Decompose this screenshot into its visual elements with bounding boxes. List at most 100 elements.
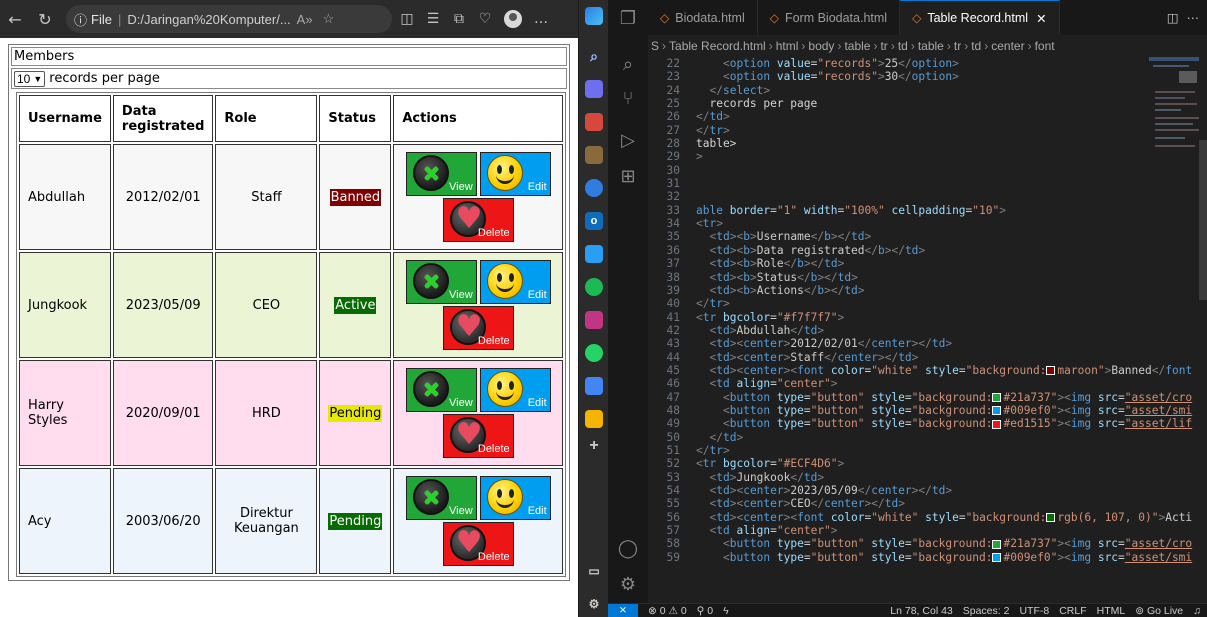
sidebar-layout-icon[interactable]: ▭ [585, 562, 603, 580]
tab-table-record[interactable]: ◇ Table Record.html ✕ [900, 0, 1060, 35]
notifications-icon[interactable]: ♫ [1193, 605, 1201, 617]
edit-button[interactable]: Edit [479, 476, 551, 520]
breadcrumb-item[interactable]: html [776, 39, 799, 53]
bolt-icon[interactable]: ϟ [723, 605, 729, 617]
cell-date: 2020/09/01 [112, 360, 214, 466]
breadcrumb-separator: › [873, 39, 878, 53]
breadcrumb-separator: › [801, 39, 806, 53]
extensions-icon[interactable]: ⊞ [616, 164, 640, 188]
view-button[interactable]: View [405, 152, 477, 196]
account-icon[interactable]: ◯ [616, 536, 640, 560]
add-icon[interactable]: + [585, 437, 603, 455]
breadcrumb-item[interactable]: tr [954, 39, 961, 53]
code-editor[interactable]: 22 <option value="records">25</option> 23… [648, 57, 1207, 603]
line-ending[interactable]: CRLF [1059, 605, 1086, 617]
breadcrumb-item[interactable]: body [808, 39, 834, 53]
code-text: <button type="button" style="background:… [722, 550, 1193, 564]
favorites-icon[interactable]: ☰ [420, 4, 446, 34]
instagram-icon[interactable] [585, 311, 603, 329]
edit-label: Edit [527, 289, 547, 301]
ports-indicator[interactable]: ⚲ 0 [697, 605, 713, 617]
profile-avatar[interactable] [504, 10, 522, 28]
encoding[interactable]: UTF-8 [1019, 605, 1049, 617]
view-button[interactable]: View [405, 368, 477, 412]
cursor-position[interactable]: Ln 78, Col 43 [890, 605, 952, 617]
info-icon[interactable]: ⓘ [74, 10, 87, 29]
delete-button[interactable]: Delete [442, 414, 514, 458]
split-screen-icon[interactable]: ◫ [394, 4, 420, 34]
edge-drop-icon[interactable] [585, 179, 603, 197]
line-number: 47 [666, 390, 680, 404]
breadcrumb-item[interactable]: font [1035, 39, 1055, 53]
edit-button[interactable]: Edit [479, 152, 551, 196]
remote-icon[interactable]: ⨯ [608, 603, 638, 617]
edit-button[interactable]: Edit [479, 260, 551, 304]
copilot-icon[interactable] [585, 7, 603, 25]
split-editor-icon[interactable]: ◫ [1167, 10, 1179, 25]
minimap[interactable] [1149, 57, 1199, 167]
performance-icon[interactable]: ♡ [472, 4, 498, 34]
breadcrumb-item[interactable]: table [918, 39, 944, 53]
search-icon[interactable]: ⌕ [585, 47, 603, 65]
code-line: 30 [648, 164, 1207, 177]
outlook-icon[interactable]: o [585, 212, 603, 230]
more-actions-icon[interactable]: ··· [1187, 11, 1200, 25]
go-live-button[interactable]: ⊚ Go Live [1135, 605, 1183, 617]
line-number: 48 [666, 403, 680, 417]
tools-icon[interactable] [585, 113, 603, 131]
indentation[interactable]: Spaces: 2 [963, 605, 1010, 617]
explorer-icon[interactable]: ❐ [616, 6, 640, 30]
line-number: 23 [666, 70, 680, 84]
code-line: 23 <option value="records">30</option> [648, 70, 1207, 83]
tab-form-biodata[interactable]: ◇ Form Biodata.html [758, 0, 901, 35]
breadcrumb-item[interactable]: tr [880, 39, 887, 53]
back-icon[interactable]: ← [0, 4, 30, 34]
records-select[interactable]: 10 ▼ [14, 70, 46, 87]
delete-button[interactable]: Delete [442, 522, 514, 566]
delete-button[interactable]: Delete [442, 306, 514, 350]
tab-biodata[interactable]: ◇ Biodata.html [648, 0, 758, 35]
breadcrumb-item[interactable]: S [651, 39, 659, 53]
search-icon[interactable]: ⌕ [616, 52, 640, 76]
shopping-icon[interactable] [585, 80, 603, 98]
source-control-icon[interactable]: ⑂ [616, 86, 640, 110]
line-number: 27 [666, 123, 680, 137]
breadcrumb-item[interactable]: table [844, 39, 870, 53]
edit-button[interactable]: Edit [479, 368, 551, 412]
view-button[interactable]: View [405, 476, 477, 520]
breadcrumb-item[interactable]: center [991, 39, 1024, 53]
refresh-icon[interactable]: ↻ [30, 4, 60, 34]
close-icon[interactable]: ✕ [1036, 11, 1046, 26]
more-icon[interactable]: … [528, 4, 554, 34]
editor-scrollbar[interactable] [1199, 140, 1207, 300]
address-bar[interactable]: ⓘ File | D:/Jaringan%20Komputer/... A» ☆ [66, 5, 392, 33]
whatsapp-icon[interactable] [585, 344, 603, 362]
collections-icon[interactable]: ⧉ [446, 4, 472, 34]
breadcrumb-item[interactable]: Table Record.html [669, 39, 766, 53]
spotify-icon[interactable] [585, 278, 603, 296]
html-file-icon: ◇ [660, 10, 670, 25]
delete-button[interactable]: Delete [442, 198, 514, 242]
docs-icon[interactable] [585, 377, 603, 395]
code-line: 58 <button type="button" style="backgrou… [648, 537, 1207, 550]
favorite-icon[interactable]: ☆ [323, 11, 335, 27]
line-number: 26 [666, 110, 680, 124]
breadcrumb-item[interactable]: td [971, 39, 981, 53]
games-icon[interactable] [585, 146, 603, 164]
cross-icon [412, 263, 449, 299]
settings-icon[interactable]: ⚙ [585, 595, 603, 613]
telegram-icon[interactable] [585, 245, 603, 263]
breadcrumb-item[interactable]: td [898, 39, 908, 53]
breadcrumb-separator: › [1027, 39, 1032, 53]
cross-icon [412, 155, 449, 191]
code-line: 24 </select> [648, 84, 1207, 97]
language-mode[interactable]: HTML [1097, 605, 1126, 617]
view-button[interactable]: View [405, 260, 477, 304]
code-text: <td align="center"> [709, 524, 838, 538]
run-debug-icon[interactable]: ▷ [616, 128, 640, 152]
code-line: 52 <tr bgcolor="#ECF4D6"> [648, 457, 1207, 470]
keep-icon[interactable] [585, 410, 603, 428]
read-aloud-icon[interactable]: A» [297, 12, 313, 27]
manage-gear-icon[interactable]: ⚙ [616, 572, 640, 596]
problems-indicator[interactable]: ⊗ 0 ⚠ 0 [648, 605, 687, 617]
